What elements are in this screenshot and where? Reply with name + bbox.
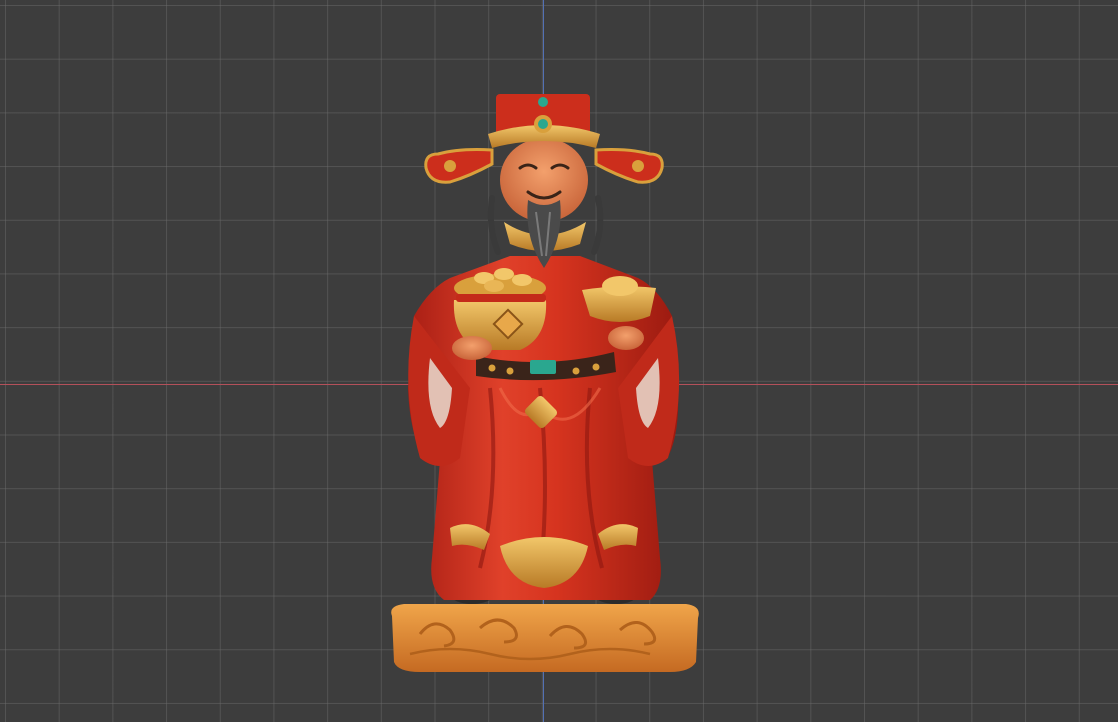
right-whisker [591,195,604,255]
3d-viewport[interactable] [0,0,1118,722]
left-whisker [487,195,501,255]
statue-model[interactable] [380,88,710,680]
cloud-base [391,604,699,672]
